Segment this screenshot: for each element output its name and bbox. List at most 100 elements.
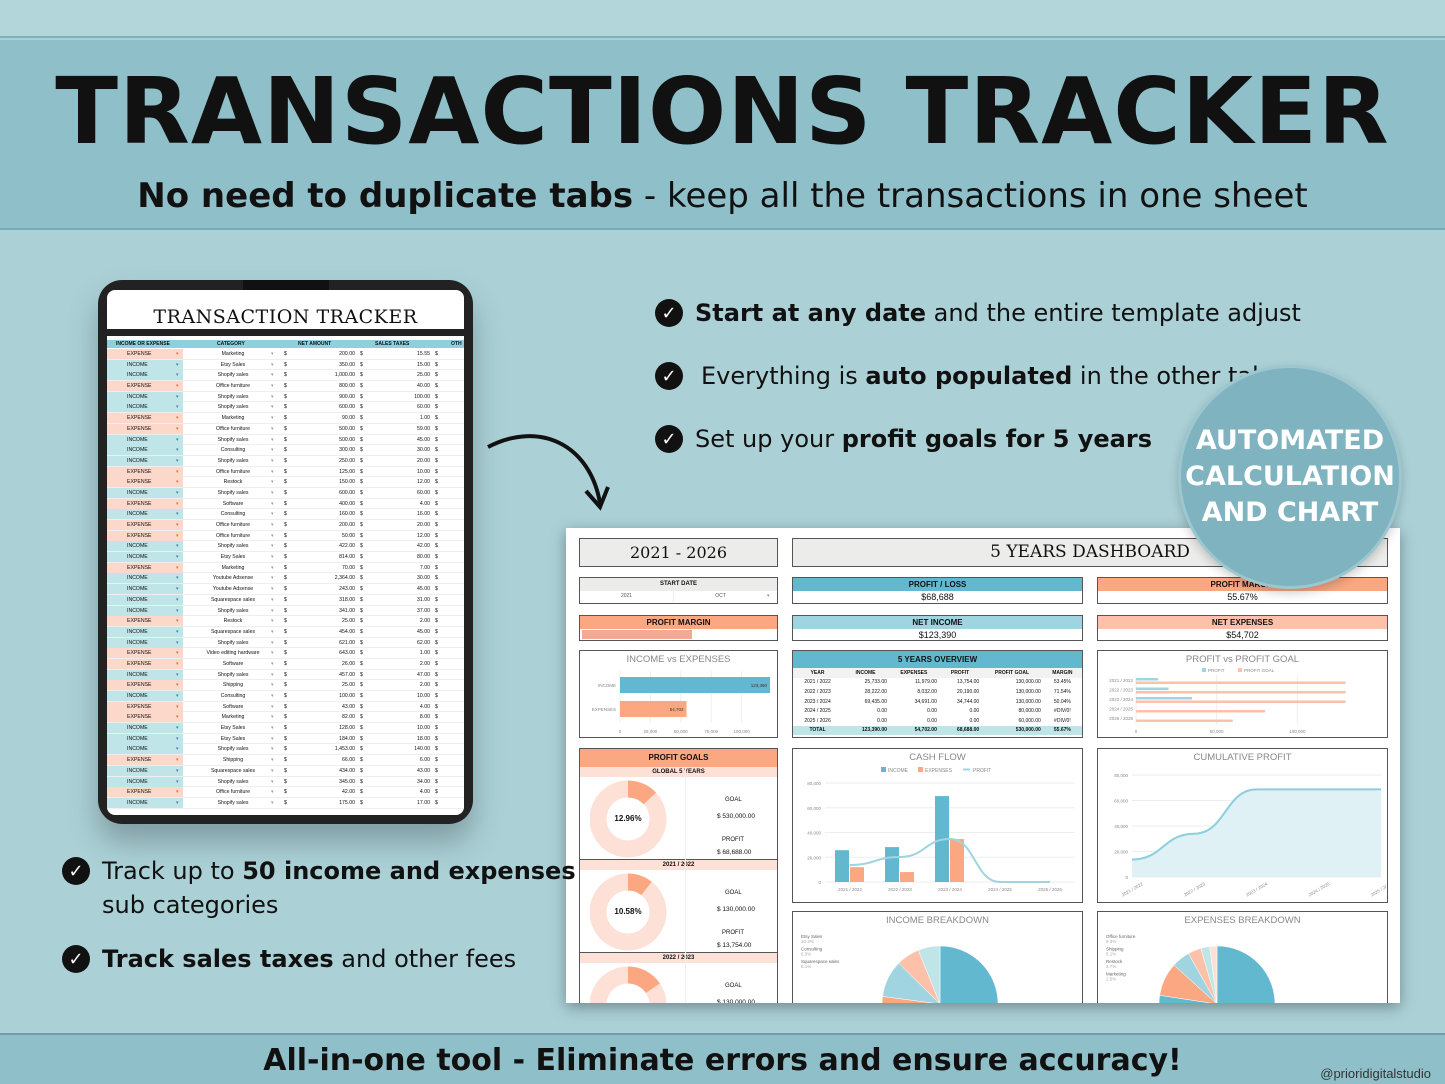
dropdown-arrow-icon[interactable]: ▾ — [176, 736, 179, 742]
type-cell[interactable]: INCOME — [107, 359, 183, 370]
net-amount-cell[interactable]: 814.00 — [297, 554, 355, 560]
category-cell[interactable]: Consulting — [184, 447, 282, 453]
category-cell[interactable]: Shopify sales — [184, 672, 282, 678]
category-cell[interactable]: Video editing hardware — [184, 650, 282, 656]
category-cell[interactable]: Shopify sales — [184, 608, 282, 614]
sales-tax-cell[interactable]: 62.00 — [372, 640, 430, 646]
net-amount-cell[interactable]: 422.00 — [297, 543, 355, 549]
net-amount-cell[interactable]: 300.00 — [297, 447, 355, 453]
sales-tax-cell[interactable]: 20.00 — [372, 522, 430, 528]
dropdown-arrow-icon[interactable]: ▾ — [176, 447, 179, 453]
sales-tax-cell[interactable]: 100.00 — [372, 394, 430, 400]
sales-tax-cell[interactable]: 10.00 — [372, 693, 430, 699]
dropdown-arrow-icon[interactable]: ▾ — [271, 608, 274, 614]
dropdown-arrow-icon[interactable]: ▾ — [271, 672, 274, 678]
dropdown-arrow-icon[interactable]: ▾ — [176, 779, 179, 785]
net-amount-cell[interactable]: 184.00 — [297, 736, 355, 742]
sales-tax-cell[interactable]: 12.00 — [372, 479, 430, 485]
start-month-select[interactable]: OCT — [674, 591, 767, 602]
dropdown-arrow-icon[interactable]: ▾ — [271, 682, 274, 688]
type-cell[interactable]: INCOME — [107, 797, 183, 808]
category-cell[interactable]: Office furniture — [184, 383, 282, 389]
net-amount-cell[interactable]: 25.00 — [297, 618, 355, 624]
net-amount-cell[interactable]: 600.00 — [297, 490, 355, 496]
type-cell[interactable]: INCOME — [107, 541, 183, 552]
category-cell[interactable]: Shopify sales — [184, 372, 282, 378]
dropdown-arrow-icon[interactable]: ▾ — [271, 714, 274, 720]
net-amount-cell[interactable]: 50.00 — [297, 533, 355, 539]
dropdown-arrow-icon[interactable]: ▾ — [176, 501, 179, 507]
category-cell[interactable]: Shipping — [184, 757, 282, 763]
dropdown-arrow-icon[interactable]: ▾ — [271, 426, 274, 432]
type-cell[interactable]: INCOME — [107, 509, 183, 520]
type-cell[interactable]: INCOME — [107, 584, 183, 595]
category-cell[interactable]: Squarespace sales — [184, 597, 282, 603]
category-cell[interactable]: Etsy Sales — [184, 362, 282, 368]
dropdown-arrow-icon[interactable]: ▾ — [271, 629, 274, 635]
type-cell[interactable]: INCOME — [107, 573, 183, 584]
category-cell[interactable]: Consulting — [184, 511, 282, 517]
dropdown-arrow-icon[interactable]: ▾ — [176, 618, 179, 624]
type-cell[interactable]: INCOME — [107, 744, 183, 755]
category-cell[interactable]: Shopify sales — [184, 394, 282, 400]
net-amount-cell[interactable]: 66.00 — [297, 757, 355, 763]
type-cell[interactable]: EXPENSE — [107, 413, 183, 424]
dropdown-arrow-icon[interactable]: ▾ — [271, 725, 274, 731]
type-cell[interactable]: EXPENSE — [107, 701, 183, 712]
dropdown-arrow-icon[interactable]: ▾ — [271, 586, 274, 592]
type-cell[interactable]: EXPENSE — [107, 520, 183, 530]
type-cell[interactable]: EXPENSE — [107, 498, 183, 509]
sales-tax-cell[interactable]: 60.00 — [372, 490, 430, 496]
dropdown-arrow-icon[interactable]: ▾ — [271, 650, 274, 656]
type-cell[interactable]: EXPENSE — [107, 616, 183, 627]
type-cell[interactable]: EXPENSE — [107, 466, 183, 477]
sales-tax-cell[interactable]: 16.00 — [372, 511, 430, 517]
type-cell[interactable]: EXPENSE — [107, 423, 183, 434]
sales-tax-cell[interactable]: 12.00 — [372, 533, 430, 539]
dropdown-arrow-icon[interactable]: ▾ — [271, 789, 274, 795]
dropdown-arrow-icon[interactable]: ▾ — [176, 725, 179, 731]
dropdown-arrow-icon[interactable]: ▾ — [271, 575, 274, 581]
dropdown-arrow-icon[interactable]: ▾ — [271, 661, 274, 667]
dropdown-arrow-icon[interactable]: ▾ — [176, 511, 179, 517]
sales-tax-cell[interactable]: 8.00 — [372, 714, 430, 720]
type-cell[interactable]: INCOME — [107, 605, 183, 616]
type-cell[interactable]: EXPENSE — [107, 658, 183, 669]
category-cell[interactable]: Shopify sales — [184, 779, 282, 785]
sales-tax-cell[interactable]: 7.00 — [372, 565, 430, 571]
dropdown-arrow-icon[interactable]: ▾ — [271, 469, 274, 475]
category-cell[interactable]: Shopify sales — [184, 437, 282, 443]
net-amount-cell[interactable]: 1,000.00 — [297, 372, 355, 378]
category-cell[interactable]: Office furniture — [184, 789, 282, 795]
dropdown-arrow-icon[interactable]: ▾ — [176, 661, 179, 667]
type-cell[interactable]: INCOME — [107, 776, 183, 787]
dropdown-arrow-icon[interactable]: ▾ — [176, 608, 179, 614]
dropdown-arrow-icon[interactable]: ▾ — [176, 469, 179, 475]
category-cell[interactable]: Shopify sales — [184, 490, 282, 496]
net-amount-cell[interactable]: 25.00 — [297, 682, 355, 688]
dropdown-arrow-icon[interactable]: ▾ — [271, 404, 274, 410]
category-cell[interactable]: Shopify sales — [184, 458, 282, 464]
dropdown-arrow-icon[interactable]: ▾ — [271, 447, 274, 453]
dropdown-arrow-icon[interactable]: ▾ — [271, 490, 274, 496]
type-cell[interactable]: EXPENSE — [107, 648, 183, 659]
dropdown-arrow-icon[interactable]: ▾ — [176, 426, 179, 432]
net-amount-cell[interactable]: 128.00 — [297, 725, 355, 731]
sales-tax-cell[interactable]: 2.00 — [372, 618, 430, 624]
sales-tax-cell[interactable]: 10.00 — [372, 469, 430, 475]
sales-tax-cell[interactable]: 15.55 — [372, 351, 430, 357]
dropdown-arrow-icon[interactable]: ▾ — [176, 693, 179, 699]
dropdown-arrow-icon[interactable]: ▾ — [271, 383, 274, 389]
sales-tax-cell[interactable]: 20.00 — [372, 458, 430, 464]
net-amount-cell[interactable]: 345.00 — [297, 779, 355, 785]
dropdown-arrow-icon[interactable]: ▾ — [271, 394, 274, 400]
category-cell[interactable]: Office furniture — [184, 426, 282, 432]
type-cell[interactable]: INCOME — [107, 733, 183, 744]
dropdown-arrow-icon[interactable]: ▾ — [271, 597, 274, 603]
net-amount-cell[interactable]: 800.00 — [297, 383, 355, 389]
sales-tax-cell[interactable]: 34.00 — [372, 779, 430, 785]
dropdown-arrow-icon[interactable]: ▾ — [271, 479, 274, 485]
category-cell[interactable]: Consulting — [184, 693, 282, 699]
net-amount-cell[interactable]: 341.00 — [297, 608, 355, 614]
type-cell[interactable]: INCOME — [107, 370, 183, 381]
